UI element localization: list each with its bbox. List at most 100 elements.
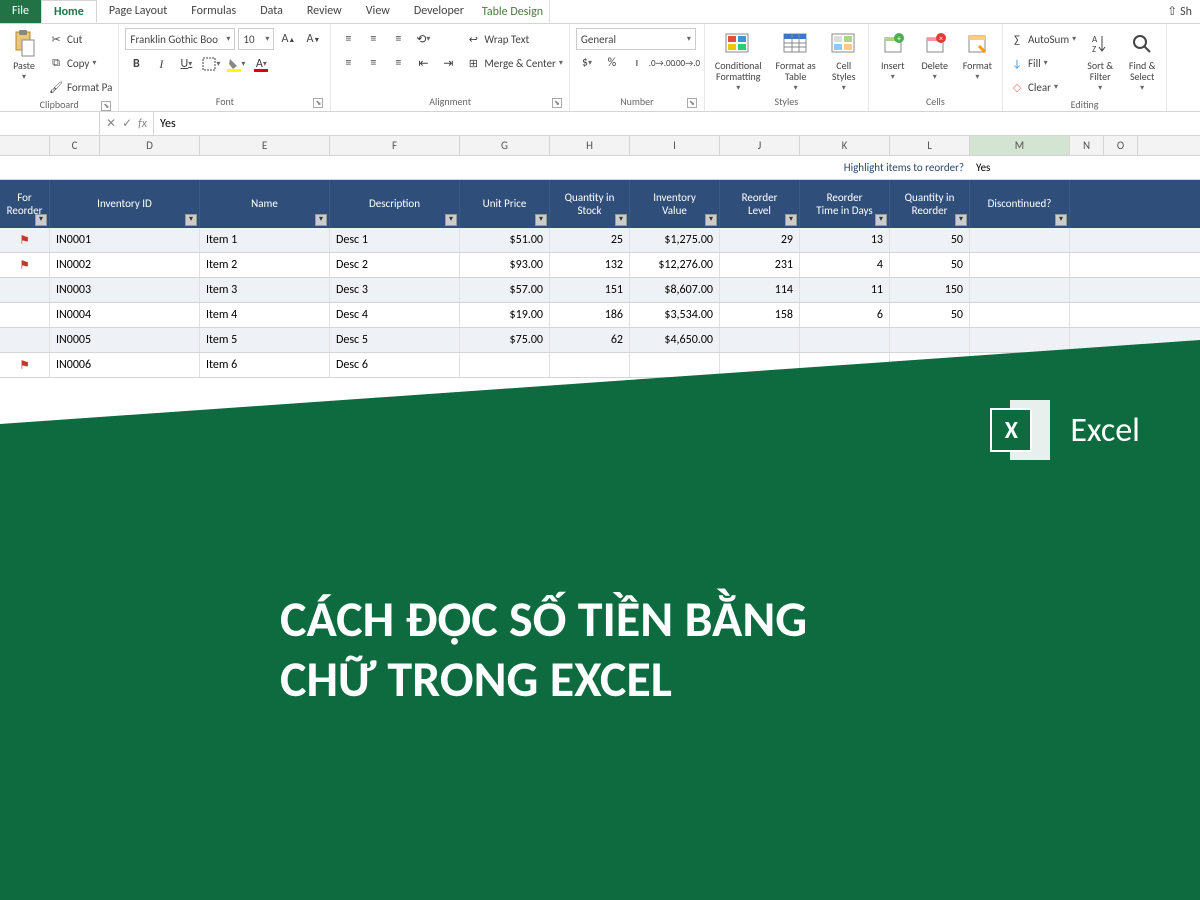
tab-table-design[interactable]: Table Design [476,0,550,23]
cell-name[interactable]: Item 4 [200,303,330,327]
cell-qty[interactable]: 186 [550,303,630,327]
format-painter-button[interactable]: 🖌Format Pa [48,76,112,98]
col-header[interactable]: E [200,136,330,155]
cell-rl[interactable]: 114 [720,278,800,302]
col-header[interactable]: J [720,136,800,155]
cell-name[interactable]: Item 3 [200,278,330,302]
col-header[interactable]: F [330,136,460,155]
align-center-button[interactable]: ≡ [362,52,384,74]
cell-id[interactable]: IN0004 [50,303,200,327]
cell-desc[interactable]: Desc 3 [330,278,460,302]
comma-button[interactable]: ı [626,52,648,74]
th-discontinued[interactable]: Discontinued?▾ [970,180,1070,228]
cancel-fx-button[interactable]: ✕ [106,116,116,131]
sort-filter-button[interactable]: AZ Sort & Filter▾ [1082,28,1118,95]
bold-button[interactable]: B [125,53,147,75]
clear-button[interactable]: ◇Clear▾ [1009,76,1076,98]
cell-id[interactable]: IN0006 [50,353,200,377]
cell-desc[interactable]: Desc 6 [330,353,460,377]
tab-view[interactable]: View [354,0,402,23]
formula-input[interactable]: Yes [154,117,1200,131]
cell-id[interactable]: IN0002 [50,253,200,277]
cell-rt[interactable]: 13 [800,228,890,252]
cell-disc[interactable] [970,253,1070,277]
cell-name[interactable]: Item 5 [200,328,330,352]
format-button[interactable]: Format▾ [959,28,996,84]
th-name[interactable]: Name▾ [200,180,330,228]
col-header[interactable]: N [1070,136,1104,155]
align-top-button[interactable]: ≡ [337,28,359,50]
filter-icon[interactable]: ▾ [785,214,797,226]
dialog-launcher-icon[interactable]: ⬊ [101,101,111,111]
cell-qty[interactable]: 25 [550,228,630,252]
cell-rl[interactable]: 29 [720,228,800,252]
th-reorder[interactable]: For Reorder▾ [0,180,50,228]
font-color-button[interactable]: A▾ [250,53,272,75]
filter-icon[interactable]: ▾ [35,214,47,226]
dialog-launcher-icon[interactable]: ⬊ [313,98,323,108]
th-qty-reorder[interactable]: Quantity in Reorder▾ [890,180,970,228]
orientation-button[interactable]: ⟲▾ [412,28,434,50]
italic-button[interactable]: I [150,53,172,75]
cell-price[interactable]: $93.00 [460,253,550,277]
fx-button[interactable]: fx [138,117,147,131]
autosum-button[interactable]: ∑AutoSum▾ [1009,28,1076,50]
table-row[interactable]: IN0003Item 3Desc 3$57.00151$8,607.001141… [0,278,1200,303]
fill-color-button[interactable]: ▾ [225,53,247,75]
underline-button[interactable]: U▾ [175,53,197,75]
col-header[interactable]: L [890,136,970,155]
cell-value[interactable]: $4,650.00 [630,328,720,352]
table-row[interactable]: ⚑IN0001Item 1Desc 1$51.0025$1,275.002913… [0,228,1200,253]
col-header[interactable]: G [460,136,550,155]
accounting-format-button[interactable]: $▾ [576,52,598,74]
tab-page-layout[interactable]: Page Layout [97,0,179,23]
cell-id[interactable]: IN0005 [50,328,200,352]
dialog-launcher-icon[interactable]: ⬊ [552,98,562,108]
cell-name[interactable]: Item 1 [200,228,330,252]
th-reorder-level[interactable]: Reorder Level▾ [720,180,800,228]
cell-qty[interactable] [550,353,630,377]
cell-value[interactable]: $1,275.00 [630,228,720,252]
cell-rl[interactable]: 158 [720,303,800,327]
cell-value[interactable] [630,353,720,377]
filter-icon[interactable]: ▾ [1055,214,1067,226]
filter-icon[interactable]: ▾ [535,214,547,226]
filter-icon[interactable]: ▾ [615,214,627,226]
cell-qr[interactable]: 50 [890,303,970,327]
conditional-formatting-button[interactable]: Conditional Formatting▾ [711,28,766,95]
cell-desc[interactable]: Desc 2 [330,253,460,277]
font-name-select[interactable]: Franklin Gothic Boo▾ [125,28,235,50]
col-header[interactable]: O [1104,136,1138,155]
col-header[interactable]: M [970,136,1070,155]
increase-decimal-button[interactable]: .0→.00 [651,52,673,74]
copy-button[interactable]: ⧉Copy▾ [48,52,112,74]
tab-file[interactable]: File [0,0,41,23]
wrap-text-button[interactable]: ↩Wrap Text [465,28,563,50]
format-as-table-button[interactable]: Format as Table▾ [772,28,820,95]
font-size-select[interactable]: 10▾ [238,28,274,50]
filter-icon[interactable]: ▾ [315,214,327,226]
tab-formulas[interactable]: Formulas [179,0,248,23]
align-right-button[interactable]: ≡ [387,52,409,74]
cell-price[interactable]: $57.00 [460,278,550,302]
cell-qty[interactable]: 132 [550,253,630,277]
cell-rt[interactable] [800,328,890,352]
th-unit-price[interactable]: Unit Price▾ [460,180,550,228]
increase-indent-button[interactable]: ⇥ [437,52,459,74]
find-select-button[interactable]: Find & Select▾ [1124,28,1160,95]
cell-qty[interactable]: 62 [550,328,630,352]
table-row[interactable]: ⚑IN0002Item 2Desc 2$93.00132$12,276.0023… [0,253,1200,278]
table-row[interactable]: IN0004Item 4Desc 4$19.00186$3,534.001586… [0,303,1200,328]
fill-button[interactable]: ↓Fill▾ [1009,52,1076,74]
enter-fx-button[interactable]: ✓ [122,116,132,131]
merge-center-button[interactable]: ⊞Merge & Center▾ [465,52,563,74]
cell-price[interactable] [460,353,550,377]
col-header[interactable]: I [630,136,720,155]
decrease-indent-button[interactable]: ⇤ [412,52,434,74]
filter-icon[interactable]: ▾ [705,214,717,226]
table-row[interactable]: IN0005Item 5Desc 5$75.0062$4,650.00 [0,328,1200,353]
tab-review[interactable]: Review [295,0,354,23]
align-left-button[interactable]: ≡ [337,52,359,74]
filter-icon[interactable]: ▾ [875,214,887,226]
tab-home[interactable]: Home [41,0,97,23]
